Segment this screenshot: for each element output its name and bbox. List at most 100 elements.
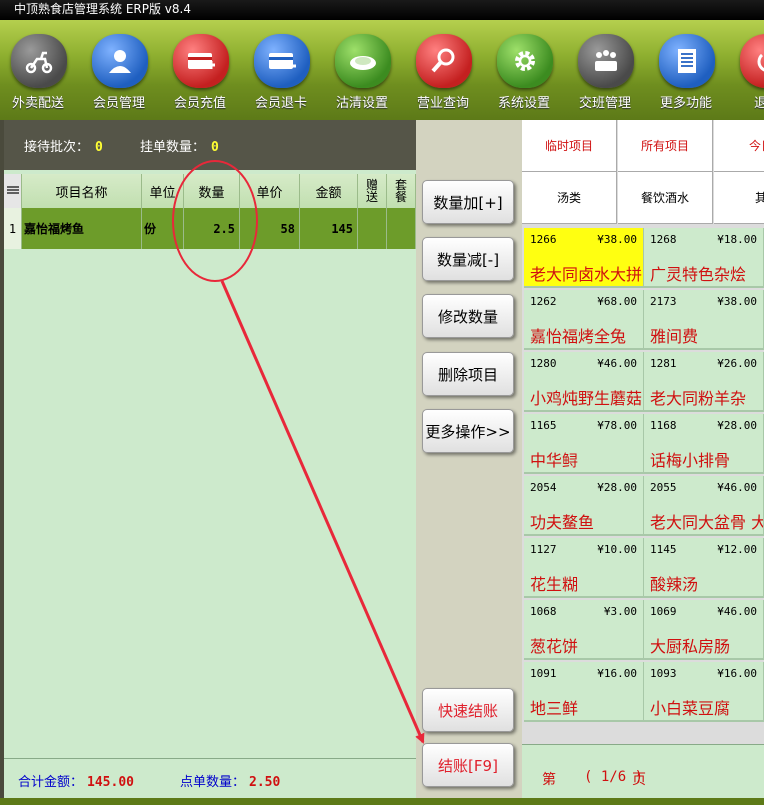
column-header-set[interactable]: 套餐 (387, 174, 416, 208)
toolbar-label: 沽清设置 (335, 96, 388, 111)
menu-item[interactable]: 1262 ¥68.00 嘉怡福烤全兔 (524, 290, 644, 350)
toolbar-business-query-button[interactable]: 营业查询 (403, 34, 483, 120)
menu-item-code: 1280 (530, 357, 557, 370)
menu-item-code: 2173 (650, 295, 677, 308)
list-icon (659, 34, 715, 88)
menu-item-name: 花生糊 (530, 575, 579, 594)
menu-item-price: ¥46.00 (717, 481, 757, 494)
category-tabs-row1: 临时项目 所有项目 今日 (522, 120, 764, 172)
toolbar-shift-button[interactable]: 交班管理 (565, 34, 645, 120)
menu-item[interactable]: 1068 ¥3.00 葱花饼 (524, 600, 644, 660)
menu-item[interactable]: 1165 ¥78.00 中华鲟 (524, 414, 644, 474)
tab-today[interactable]: 今日 (714, 120, 764, 172)
row-index: 1 (4, 208, 22, 249)
table-row[interactable]: 1 嘉怡福烤鱼 份 2.5 58 145 (4, 208, 416, 249)
menu-item[interactable]: 1281 ¥26.00 老大同粉羊杂 (644, 352, 764, 412)
menu-item[interactable]: 1145 ¥12.00 酸辣汤 (644, 538, 764, 598)
toolbar-member-button[interactable]: 会员管理 (79, 34, 159, 120)
pager-suffix: 页 (632, 772, 646, 788)
edit-qty-button[interactable]: 修改数量 (422, 294, 514, 338)
menu-item-name: 嘉怡福烤全兔 (530, 327, 627, 346)
toolbar-label: 交班管理 (578, 96, 631, 111)
menu-item-code: 1069 (650, 605, 677, 618)
menu-item[interactable]: 1168 ¥28.00 话梅小排骨 (644, 414, 764, 474)
cell-name: 嘉怡福烤鱼 (22, 208, 142, 249)
menu-item[interactable]: 1069 ¥46.00 大厨私房肠 (644, 600, 764, 660)
qty-minus-button[interactable]: 数量减[-] (422, 237, 514, 281)
menu-item-name: 老大同大盆骨 大 (650, 513, 764, 532)
menu-item[interactable]: 1091 ¥16.00 地三鲜 (524, 662, 644, 722)
menu-item-code: 1145 (650, 543, 677, 556)
total-amount-value: 145.00 (87, 775, 134, 790)
toolbar-soldout-button[interactable]: 沽清设置 (322, 34, 402, 120)
order-status-bar: 接待批次： 0 挂单数量： 0 (4, 120, 416, 170)
cell-price: 58 (240, 208, 300, 249)
toolbar-exit-button[interactable]: 退出 (727, 34, 764, 120)
menu-item[interactable]: 1280 ¥46.00 小鸡炖野生蘑菇 (524, 352, 644, 412)
pager-prefix: 第 (542, 772, 556, 788)
held-orders-label: 挂单数量： (140, 140, 206, 155)
menu-item[interactable]: 1266 ¥38.00 老大同卤水大拼 (524, 228, 644, 288)
menu-item-code: 1068 (530, 605, 557, 618)
order-totals: 合计金额： 145.00 点单数量： 2.50 (4, 758, 416, 796)
tab-other[interactable]: 其 (714, 172, 764, 224)
menu-item-code: 1127 (530, 543, 557, 556)
toolbar-settings-button[interactable]: 系统设置 (484, 34, 564, 120)
menu-pager: 第 ( 1/6 ) 页 (522, 744, 764, 798)
held-orders: 挂单数量： 0 (140, 136, 219, 155)
toolbar-delivery-button[interactable]: 外卖配送 (0, 34, 78, 120)
tab-drinks[interactable]: 餐饮酒水 (618, 172, 713, 224)
column-header-price[interactable]: 单价 (240, 174, 300, 208)
quick-checkout-button[interactable]: 快速结账 (422, 688, 514, 732)
tab-temporary-items[interactable]: 临时项目 (522, 120, 617, 172)
tab-all-items[interactable]: 所有项目 (618, 120, 713, 172)
menu-item-name: 酸辣汤 (650, 575, 699, 594)
cell-unit: 份 (142, 208, 184, 249)
menu-item-price: ¥26.00 (717, 357, 757, 370)
toolbar-more-button[interactable]: 更多功能 (646, 34, 726, 120)
menu-item-code: 1262 (530, 295, 557, 308)
column-header-name[interactable]: 项目名称 (22, 174, 142, 208)
menu-item-price: ¥3.00 (603, 605, 637, 618)
menu-item-price: ¥18.00 (717, 233, 757, 246)
menu-item[interactable]: 1268 ¥18.00 广灵特色杂烩 (644, 228, 764, 288)
order-panel: 接待批次： 0 挂单数量： 0 项目名称 单位 数量 单价 金额 赠送 套餐 1 嘉… (4, 120, 416, 798)
menu-item-price: ¥38.00 (717, 295, 757, 308)
menu-item[interactable]: 2173 ¥38.00 雅间费 (644, 290, 764, 350)
menu-item-price: ¥68.00 (597, 295, 637, 308)
column-header-gift[interactable]: 赠送 (358, 174, 387, 208)
window-title: 中顶熟食店管理系统 ERP版 v8.4 (0, 0, 764, 20)
menu-item[interactable]: 1093 ¥16.00 小白菜豆腐 (644, 662, 764, 722)
column-header-amount[interactable]: 金额 (300, 174, 358, 208)
main-toolbar: 外卖配送 会员管理 会员充值 会员退卡 沽清设置 营业查询 系统设置 交班管理 … (0, 20, 764, 120)
column-header-qty[interactable]: 数量 (184, 174, 240, 208)
order-table-header: 项目名称 单位 数量 单价 金额 赠送 套餐 (4, 174, 416, 208)
power-icon (740, 34, 764, 88)
toolbar-label: 系统设置 (497, 96, 550, 111)
menu-item[interactable]: 2055 ¥46.00 老大同大盆骨 大 (644, 476, 764, 536)
menu-item-code: 2054 (530, 481, 557, 494)
column-header-unit[interactable]: 单位 (142, 174, 184, 208)
toolbar-label: 外卖配送 (11, 96, 64, 111)
menu-item-name: 老大同粉羊杂 (650, 389, 747, 408)
more-operations-button[interactable]: 更多操作>> (422, 409, 514, 453)
menu-item[interactable]: 2054 ¥28.00 功夫鳌鱼 (524, 476, 644, 536)
menu-item-code: 1165 (530, 419, 557, 432)
delete-item-button[interactable]: 删除项目 (422, 352, 514, 396)
menu-item-price: ¥16.00 (717, 667, 757, 680)
order-count: 点单数量： 2.50 (180, 771, 280, 790)
menu-item-name: 葱花饼 (530, 637, 579, 656)
toolbar-recharge-button[interactable]: 会员充值 (160, 34, 240, 120)
toolbar-label: 退出 (753, 96, 764, 111)
row-selector-icon[interactable] (4, 174, 22, 208)
toolbar-refund-card-button[interactable]: 会员退卡 (241, 34, 321, 120)
category-tabs-row2: 汤类 餐饮酒水 其 (522, 172, 764, 224)
menu-item-name: 地三鲜 (530, 699, 579, 718)
menu-item-code: 1093 (650, 667, 677, 680)
menu-item[interactable]: 1127 ¥10.00 花生糊 (524, 538, 644, 598)
tab-soups[interactable]: 汤类 (522, 172, 617, 224)
checkout-button[interactable]: 结账[F9] (422, 743, 514, 787)
qty-plus-button[interactable]: 数量加[+] (422, 180, 514, 224)
menu-item-code: 1091 (530, 667, 557, 680)
menu-item-price: ¥38.00 (597, 233, 637, 246)
